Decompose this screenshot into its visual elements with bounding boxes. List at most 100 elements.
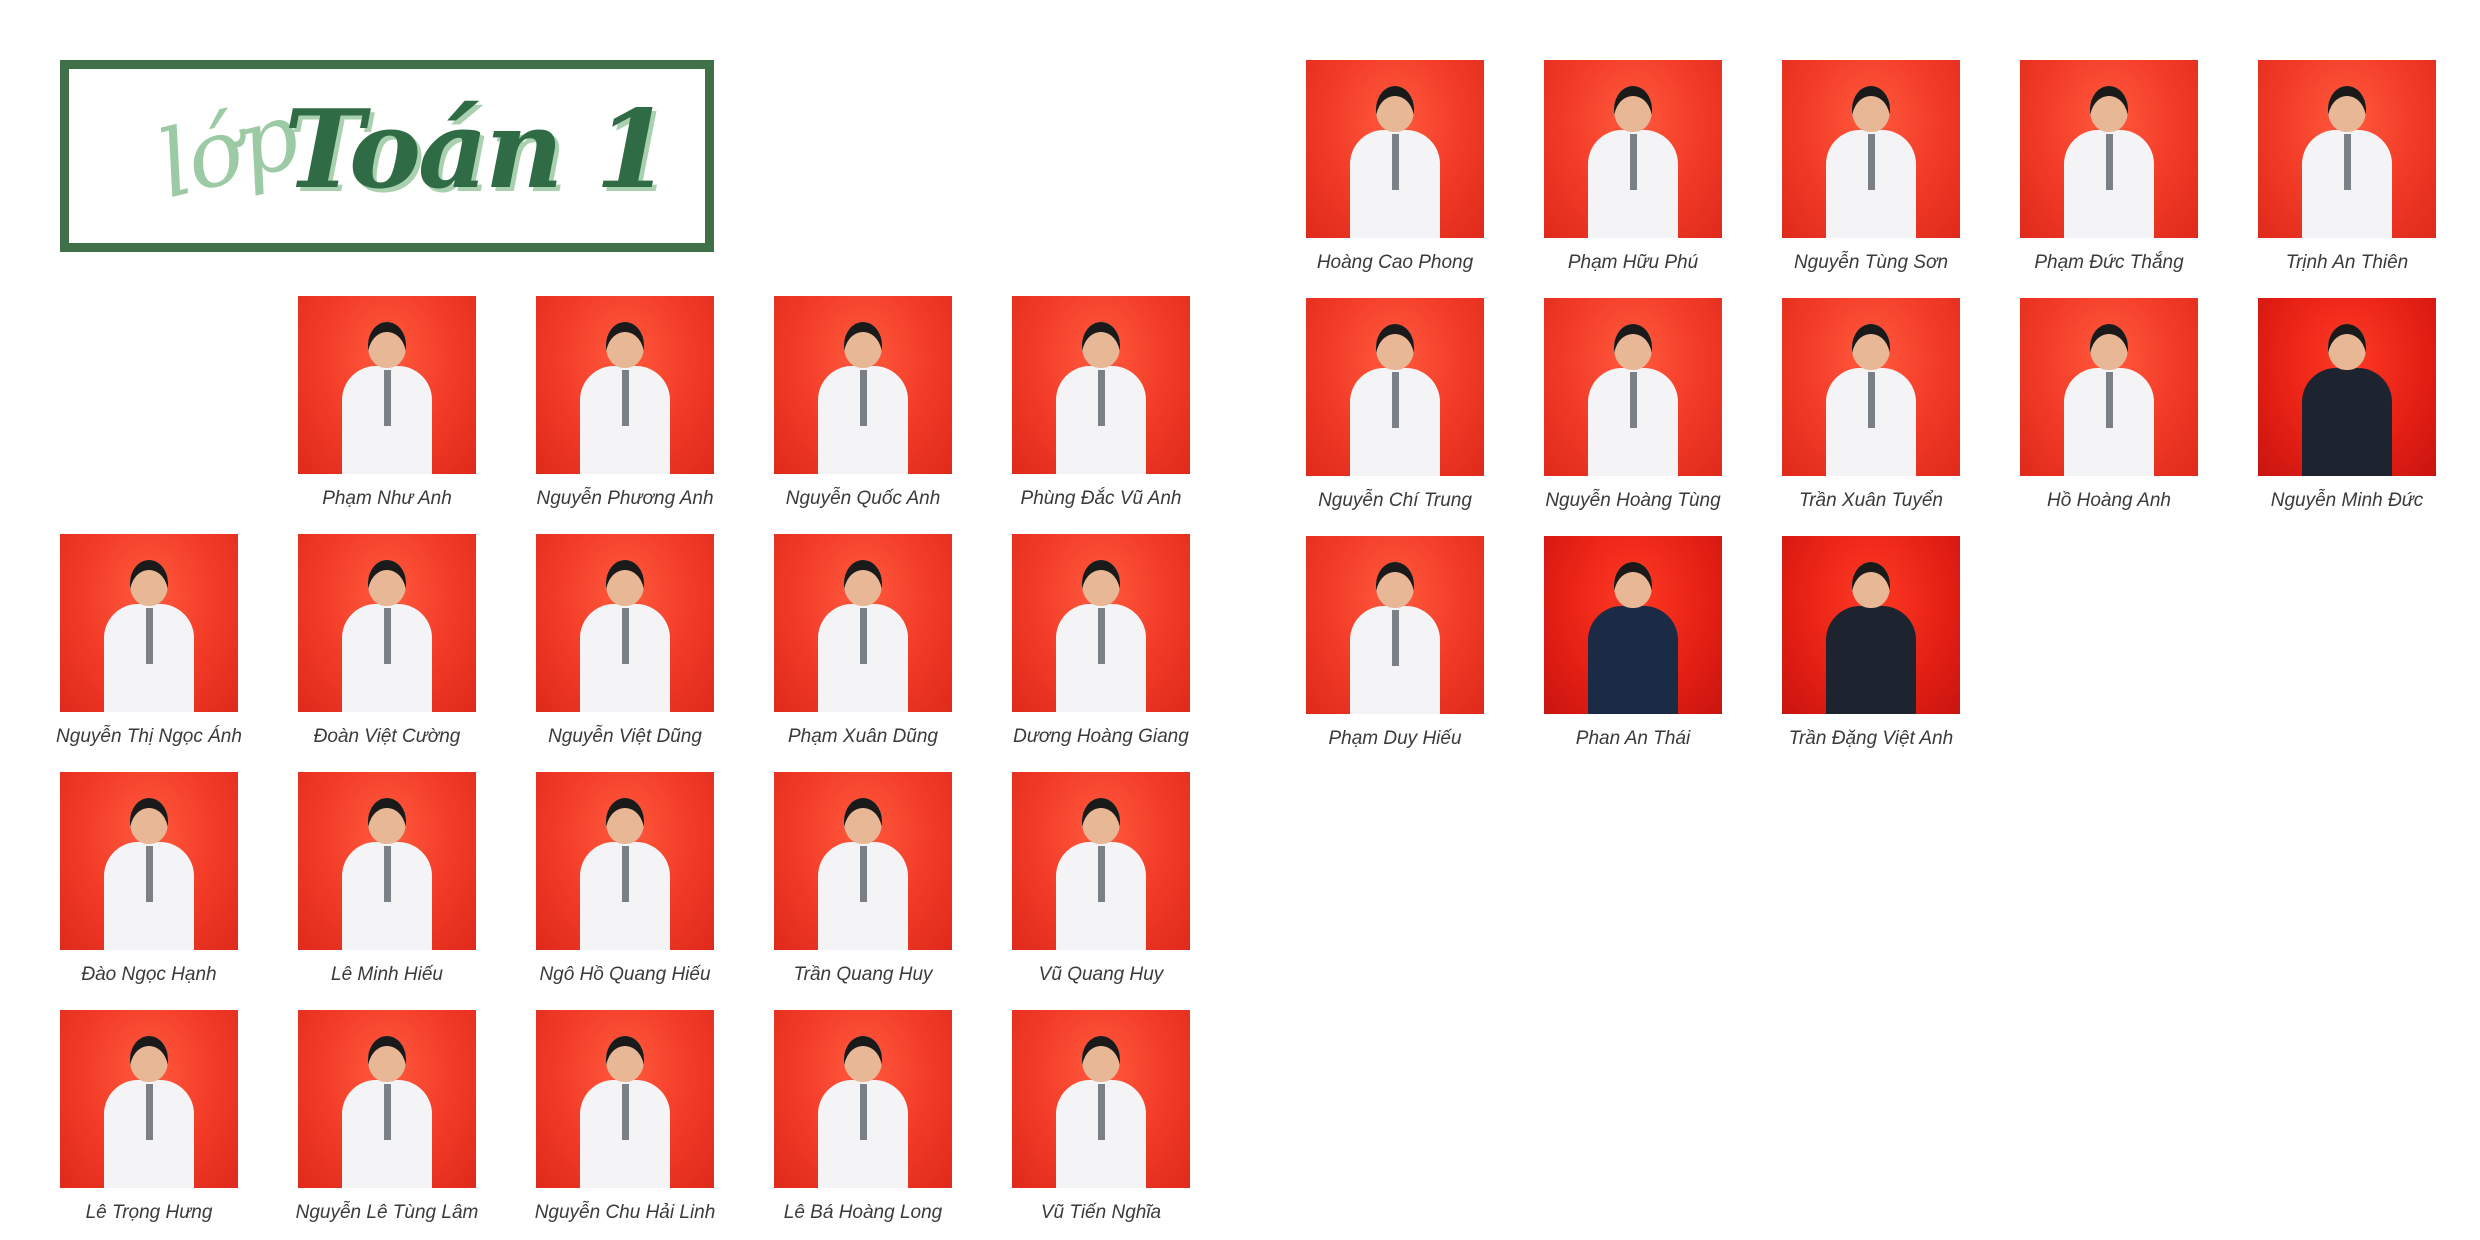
student-portrait: Trần Xuân Tuyển: [1782, 298, 1960, 511]
portrait-photo: [2020, 298, 2198, 476]
student-portrait: Phạm Duy Hiếu: [1306, 536, 1484, 749]
person-head: [1082, 560, 1120, 606]
student-portrait: Trịnh An Thiên: [2258, 60, 2436, 273]
portrait-photo: [1012, 1010, 1190, 1188]
student-name: Lê Bá Hoàng Long: [783, 1202, 943, 1223]
tie: [1098, 608, 1105, 664]
portrait-photo: [298, 534, 476, 712]
portrait-photo: [1012, 296, 1190, 474]
student-portrait: Lê Bá Hoàng Long: [774, 1010, 952, 1223]
student-portrait: Nguyễn Phương Anh: [536, 296, 714, 509]
tie: [384, 1084, 391, 1140]
tie: [860, 1084, 867, 1140]
title-main: Toán 1: [284, 87, 670, 213]
portrait-photo: [2020, 60, 2198, 238]
person-head: [606, 322, 644, 368]
student-portrait: Vũ Quang Huy: [1012, 772, 1190, 985]
student-name: Nguyễn Minh Đức: [2270, 490, 2424, 511]
portrait-photo: [1544, 60, 1722, 238]
tie: [384, 370, 391, 426]
tie: [860, 370, 867, 426]
student-name: Phùng Đắc Vũ Anh: [1020, 488, 1182, 509]
student-portrait: Nguyễn Lê Tùng Lâm: [296, 1010, 478, 1223]
portrait-photo: [60, 1010, 238, 1188]
portrait-photo: [1782, 60, 1960, 238]
tie: [146, 846, 153, 902]
portrait-photo: [2258, 60, 2436, 238]
portrait-photo: [60, 772, 238, 950]
person-body: [1588, 606, 1678, 714]
tie: [1868, 372, 1875, 428]
student-portrait: Nguyễn Minh Đức: [2258, 298, 2436, 511]
person-head: [844, 560, 882, 606]
student-name: Dương Hoàng Giang: [1013, 726, 1189, 747]
student-name: Hồ Hoàng Anh: [2047, 490, 2171, 511]
tie: [1392, 372, 1399, 428]
person-head: [130, 560, 168, 606]
student-portrait: Đoàn Việt Cường: [298, 534, 476, 747]
tie: [2106, 134, 2113, 190]
portrait-photo: [298, 1010, 476, 1188]
person-head: [1376, 324, 1414, 370]
person-head: [844, 1036, 882, 1082]
student-name: Nguyễn Thị Ngọc Ánh: [56, 726, 242, 747]
student-portrait: Nguyễn Quốc Anh: [774, 296, 952, 509]
student-name: Nguyễn Hoàng Tùng: [1545, 490, 1721, 511]
student-name: Đào Ngọc Hạnh: [81, 964, 217, 985]
student-portrait: Hồ Hoàng Anh: [2020, 298, 2198, 511]
person-head: [2328, 324, 2366, 370]
person-head: [368, 560, 406, 606]
person-head: [844, 798, 882, 844]
portrait-photo: [774, 534, 952, 712]
student-name: Nguyễn Chu Hải Linh: [534, 1202, 716, 1223]
portrait-photo: [60, 534, 238, 712]
student-name: Phạm Đức Thắng: [2034, 252, 2184, 273]
student-portrait: Hoàng Cao Phong: [1306, 60, 1484, 273]
person-head: [1614, 324, 1652, 370]
student-portrait: Phạm Đức Thắng: [2020, 60, 2198, 273]
student-name: Nguyễn Quốc Anh: [785, 488, 941, 509]
portrait-photo: [1306, 298, 1484, 476]
person-head: [130, 1036, 168, 1082]
tie: [1098, 1084, 1105, 1140]
student-portrait: Phan An Thái: [1544, 536, 1722, 749]
person-head: [1852, 562, 1890, 608]
student-name: Trịnh An Thiên: [2285, 252, 2409, 273]
portrait-photo: [1782, 298, 1960, 476]
tie: [384, 846, 391, 902]
student-portrait: Nguyễn Thị Ngọc Ánh: [56, 534, 242, 747]
tie: [2344, 134, 2351, 190]
tie: [1868, 134, 1875, 190]
student-portrait: Phạm Hữu Phú: [1544, 60, 1722, 273]
student-portrait: Nguyễn Việt Dũng: [536, 534, 714, 747]
portrait-photo: [536, 296, 714, 474]
tie: [622, 370, 629, 426]
student-portrait: Trần Quang Huy: [774, 772, 952, 985]
person-head: [606, 560, 644, 606]
tie: [1392, 134, 1399, 190]
person-head: [606, 798, 644, 844]
class-title-banner: lớp Toán 1: [60, 60, 714, 252]
person-body: [1826, 606, 1916, 714]
person-head: [2090, 86, 2128, 132]
student-portrait: Trần Đặng Việt Anh: [1782, 536, 1960, 749]
student-name: Phạm Hữu Phú: [1567, 252, 1699, 273]
person-head: [368, 1036, 406, 1082]
person-head: [1614, 86, 1652, 132]
person-head: [2328, 86, 2366, 132]
portrait-photo: [536, 1010, 714, 1188]
student-portrait: Nguyễn Chí Trung: [1306, 298, 1484, 511]
portrait-photo: [1544, 536, 1722, 714]
student-name: Ngô Hồ Quang Hiếu: [539, 964, 711, 985]
student-name: Nguyễn Phương Anh: [536, 488, 714, 509]
person-head: [1082, 322, 1120, 368]
portrait-photo: [1306, 536, 1484, 714]
person-head: [368, 322, 406, 368]
person-head: [1614, 562, 1652, 608]
tie: [146, 608, 153, 664]
person-head: [1376, 86, 1414, 132]
student-portrait: Lê Trọng Hưng: [60, 1010, 238, 1223]
student-name: Lê Trọng Hưng: [85, 1202, 213, 1223]
person-head: [130, 798, 168, 844]
student-name: Nguyễn Lê Tùng Lâm: [295, 1202, 479, 1223]
